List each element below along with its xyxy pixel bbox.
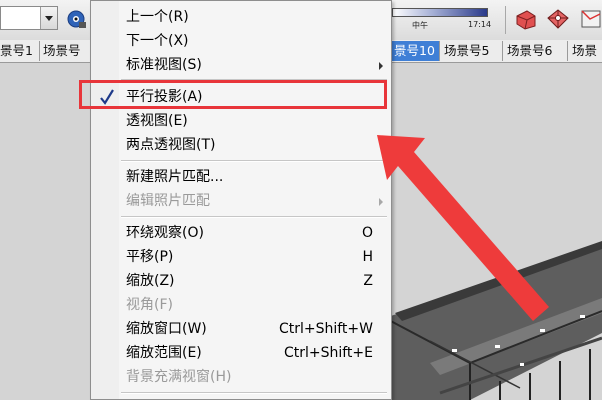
menu-item-label: 标准视图(S): [126, 57, 202, 73]
menu-item-label: 平移(P): [126, 249, 174, 265]
section-plane-icon[interactable]: [514, 8, 538, 30]
menu-item-orbit[interactable]: 环绕观察(O) O: [91, 221, 391, 245]
shadow-time-label: 17:14: [468, 20, 492, 29]
menu-item-label: 两点透视图(T): [126, 137, 216, 153]
menu-divider: [121, 160, 387, 162]
tab-scene-more[interactable]: 场景: [569, 41, 602, 61]
section-fill-icon[interactable]: [546, 8, 570, 30]
menu-item-zoom[interactable]: 缩放(Z) Z: [91, 269, 391, 293]
shadow-gradient-bar[interactable]: [392, 8, 488, 17]
menu-item-pan[interactable]: 平移(P) H: [91, 245, 391, 269]
menu-item-label: 缩放窗口(W): [126, 321, 207, 337]
menu-divider: [121, 216, 387, 218]
chevron-down-icon[interactable]: [40, 7, 57, 29]
submenu-arrow-icon: [379, 62, 383, 70]
shadow-time-slider[interactable]: 中午 17:14: [392, 8, 492, 32]
menu-item-two-point-perspective[interactable]: 两点透视图(T): [91, 133, 391, 157]
menu-item-perspective[interactable]: 透视图(E): [91, 109, 391, 133]
menu-item-previous[interactable]: 上一个(R): [91, 5, 391, 29]
menu-item-zoom-extents[interactable]: 缩放范围(E) Ctrl+Shift+E: [91, 341, 391, 365]
shadow-noon-label: 中午: [412, 21, 428, 30]
menu-item-label: 缩放(Z): [126, 273, 175, 289]
menu-shortcut: Ctrl+Shift+E: [283, 345, 373, 361]
menu-item-label: 上一个(R): [126, 9, 189, 25]
tab-label: 景号10: [394, 43, 435, 58]
menu-item-zoom-window[interactable]: 缩放窗口(W) Ctrl+Shift+W: [91, 317, 391, 341]
menu-item-field-of-view: 视角(F): [91, 293, 391, 317]
menu-shortcut: O: [361, 225, 373, 241]
toolbar-divider: [505, 6, 506, 34]
menu-shortcut: H: [362, 249, 373, 265]
section-display-icon[interactable]: [578, 8, 602, 30]
style-dropdown[interactable]: [0, 6, 58, 30]
tab-label: 景号1: [0, 43, 33, 58]
menu-item-label: 新建照片匹配...: [126, 169, 224, 185]
tab-scene-5[interactable]: 场景号5: [441, 41, 503, 61]
menu-item-label: 缩放范围(E): [126, 345, 202, 361]
eye-icon[interactable]: [64, 8, 88, 30]
tab-label: 场景: [572, 43, 598, 58]
tab-scene-1[interactable]: 景号1: [0, 41, 40, 61]
menu-item-edit-match-photo: 编辑照片匹配: [91, 189, 391, 213]
menu-item-next[interactable]: 下一个(X): [91, 29, 391, 53]
menu-item-background-fill: 背景充满视窗(H): [91, 365, 391, 389]
menu-item-label: 透视图(E): [126, 113, 188, 129]
menu-item-label: 编辑照片匹配: [126, 193, 210, 209]
menu-divider: [121, 392, 387, 394]
menu-item-label: 下一个(X): [126, 33, 189, 49]
menu-item-label: 背景充满视窗(H): [126, 369, 232, 385]
menu-item-new-match-photo[interactable]: 新建照片匹配...: [91, 165, 391, 189]
menu-item-standard-views[interactable]: 标准视图(S): [91, 53, 391, 77]
menu-shortcut: Ctrl+Shift+W: [278, 321, 373, 337]
camera-menu: 上一个(R) 下一个(X) 标准视图(S) 平行投影(A) 透视图(E) 两点透…: [90, 0, 392, 400]
menu-shortcut: Z: [363, 273, 373, 289]
menu-item-label: 视角(F): [126, 297, 173, 313]
highlight-box: [79, 80, 387, 109]
tab-label: 场景号: [43, 43, 81, 58]
tab-label: 场景号6: [507, 43, 553, 58]
menu-item-label: 环绕观察(O): [126, 225, 204, 241]
tab-label: 场景号5: [444, 43, 490, 58]
tab-scene-6[interactable]: 场景号6: [504, 41, 568, 61]
tab-scene-10[interactable]: 景号10: [392, 41, 440, 61]
submenu-arrow-icon: [379, 198, 383, 206]
tab-scene[interactable]: 场景号: [40, 41, 92, 61]
